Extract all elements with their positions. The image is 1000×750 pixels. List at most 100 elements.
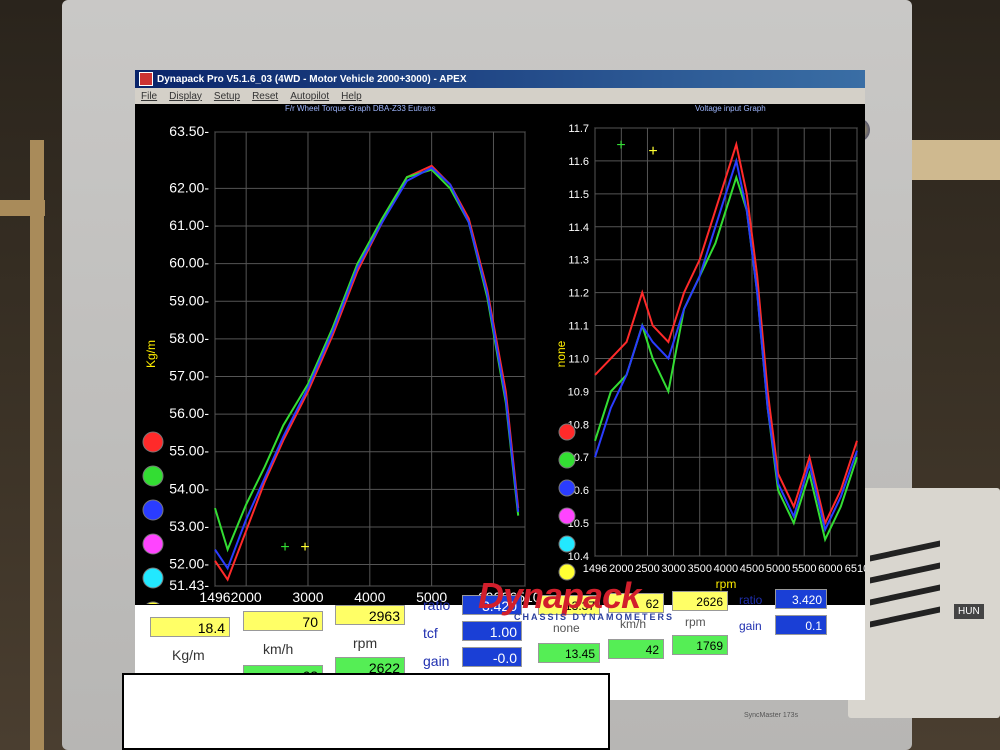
y-tick-label: 11.3 xyxy=(568,255,589,267)
monitor-model-label: SyncMaster 173s xyxy=(744,712,799,719)
rpm-readout: 2963 xyxy=(335,605,405,625)
menu-bar: File Display Setup Reset Autopilot Help xyxy=(135,88,865,104)
torque-chart: 149620003000400050006000651063.50-62.00-… xyxy=(142,123,541,604)
wooden-box xyxy=(905,140,1000,180)
y-tick-label: 11.4 xyxy=(568,222,589,234)
channel-dot-cyan xyxy=(558,535,576,553)
speed-readout: 70 xyxy=(243,611,323,631)
x-tick-label: 2000 xyxy=(231,589,262,604)
voltage-ratio-field[interactable]: 3.420 xyxy=(775,589,827,609)
channel-dot-blue xyxy=(142,499,164,521)
y-tick-label: 52.00- xyxy=(169,556,209,572)
y-tick-label: 10.4 xyxy=(568,551,589,563)
x-tick-label: 2000 xyxy=(609,563,633,575)
dyno-controller-box xyxy=(848,488,1000,718)
x-tick-label: 2500 xyxy=(635,563,659,575)
gain-field[interactable]: -0.0 xyxy=(462,647,522,667)
y-tick-label: 54.00- xyxy=(169,480,209,496)
x-tick-label: 4000 xyxy=(354,589,385,604)
cursor-marker-icon: + xyxy=(648,143,657,160)
menu-help[interactable]: Help xyxy=(341,91,362,102)
voltage-speed-readout-2: 42 xyxy=(608,639,664,659)
y-tick-label: 63.50- xyxy=(169,123,209,139)
menu-display[interactable]: Display xyxy=(169,91,202,102)
y-tick-label: 10.9 xyxy=(568,386,589,398)
y-tick-label: 51.43- xyxy=(169,577,209,593)
x-tick-label: 3500 xyxy=(687,563,711,575)
torque-readout: 18.4 xyxy=(150,617,230,637)
channel-dot-cyan xyxy=(142,567,164,589)
redaction-box xyxy=(122,673,610,750)
y-tick-label: 58.00- xyxy=(169,330,209,346)
menu-autopilot[interactable]: Autopilot xyxy=(290,91,329,102)
cursor-marker-icon: + xyxy=(616,137,625,154)
channel-dot-yellow xyxy=(146,601,160,604)
y-tick-label: 11.7 xyxy=(568,123,589,135)
x-tick-label: 3000 xyxy=(661,563,685,575)
equipment-label: HUN xyxy=(954,604,984,619)
x-tick-label: 4000 xyxy=(714,563,738,575)
x-axis-label: rpm xyxy=(716,577,737,591)
menu-reset[interactable]: Reset xyxy=(252,91,278,102)
x-tick-label: 4500 xyxy=(740,563,764,575)
dynapack-logo: Dynapack xyxy=(478,575,641,616)
vent-slot xyxy=(870,540,940,562)
tcf-field[interactable]: 1.00 xyxy=(462,621,522,641)
y-tick-label: 60.00- xyxy=(169,255,209,271)
voltage-rpm-label: rpm xyxy=(685,615,706,629)
window-titlebar: Dynapack Pro V5.1.6_03 (4WD - Motor Vehi… xyxy=(135,70,865,88)
menu-file[interactable]: File xyxy=(141,91,157,102)
voltage-rpm-readout-2: 1769 xyxy=(672,635,728,655)
y-tick-label: 55.00- xyxy=(169,443,209,459)
channel-dot-magenta xyxy=(142,533,164,555)
torque-unit-label: Kg/m xyxy=(172,647,205,663)
y-tick-label: 11.6 xyxy=(568,156,589,168)
x-tick-label: 5000 xyxy=(766,563,790,575)
channel-dot-magenta xyxy=(558,507,576,525)
ratio-label: ratio xyxy=(423,597,451,613)
y-tick-label: 53.00- xyxy=(169,518,209,534)
voltage-gain-label: gain xyxy=(739,619,762,633)
channel-dot-green xyxy=(558,451,576,469)
cursor-marker-icon: + xyxy=(280,539,289,556)
window-title: Dynapack Pro V5.1.6_03 (4WD - Motor Vehi… xyxy=(157,73,467,85)
x-tick-label: 5500 xyxy=(792,563,816,575)
x-tick-label: 3000 xyxy=(292,589,323,604)
y-tick-label: 56.00- xyxy=(169,405,209,421)
channel-dot-green xyxy=(142,465,164,487)
voltage-ratio-label: ratio xyxy=(739,593,763,607)
menu-setup[interactable]: Setup xyxy=(214,91,240,102)
voltage-rpm-readout: 2626 xyxy=(672,591,728,611)
voltage-gain-field[interactable]: 0.1 xyxy=(775,615,827,635)
voltage-readout-2: 13.45 xyxy=(538,643,600,663)
tcf-label: tcf xyxy=(423,625,438,641)
speed-unit-label: km/h xyxy=(263,641,294,657)
x-tick-label: 6000 xyxy=(818,563,842,575)
gain-label: gain xyxy=(423,653,450,669)
channel-dot-red xyxy=(558,423,576,441)
x-tick-label: 6510 xyxy=(845,563,865,575)
wooden-shelf-post xyxy=(30,140,44,750)
y-tick-label: 11.5 xyxy=(568,189,589,201)
x-tick-label: 1496 xyxy=(583,563,607,575)
voltage-unit-label: none xyxy=(553,621,580,635)
cursor-marker-icon: + xyxy=(300,539,309,556)
vent-slot xyxy=(870,606,940,628)
y-tick-label: 61.00- xyxy=(169,217,209,233)
vent-slot xyxy=(870,562,940,584)
dynapack-logo-subtitle: CHASSIS DYNAMOMETERS xyxy=(514,612,675,622)
app-icon xyxy=(139,72,153,86)
y-tick-label: 62.00- xyxy=(169,179,209,195)
voltage-chart: 1496 2000 2500 3000 3500 4000 4500 5000 5500 6000… xyxy=(555,123,865,591)
y-tick-label: 11.0 xyxy=(568,353,589,365)
y-tick-label: 57.00- xyxy=(169,367,209,383)
y-axis-label: Kg/m xyxy=(144,340,158,368)
channel-dot-blue xyxy=(558,479,576,497)
channel-dot-red xyxy=(142,431,164,453)
y-tick-label: 11.2 xyxy=(568,288,589,300)
y-axis-label: none xyxy=(555,340,568,367)
y-tick-label: 59.00- xyxy=(169,292,209,308)
vent-slot xyxy=(870,584,940,606)
y-tick-label: 11.1 xyxy=(568,321,589,333)
rpm-unit-label: rpm xyxy=(353,635,378,651)
